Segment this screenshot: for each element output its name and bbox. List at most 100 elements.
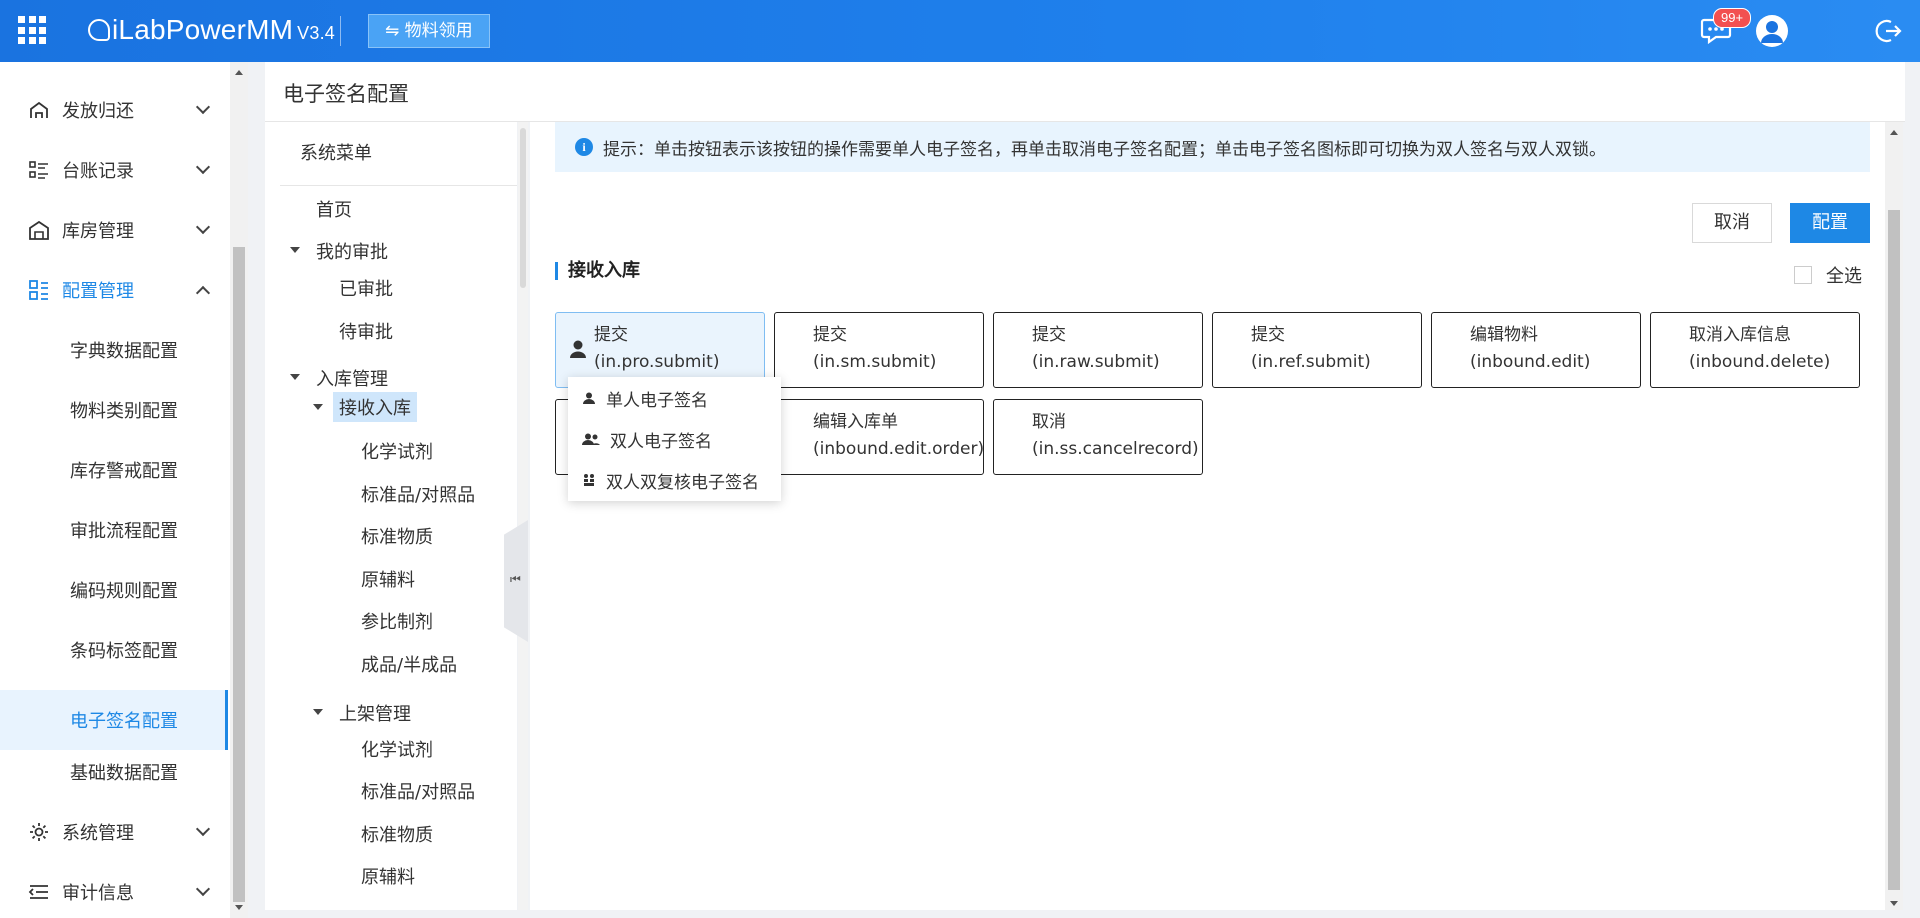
main-scrollbar[interactable] — [1885, 122, 1903, 910]
menu-item-label: 双人电子签名 — [610, 431, 712, 452]
message-count-badge: 99+ — [1713, 8, 1752, 28]
sidebar-subitem[interactable]: 编码规则配置 — [0, 560, 228, 620]
sidebar-subitem[interactable]: 基础数据配置 — [0, 742, 228, 802]
signature-type-dropdown: 单人电子签名 双人电子签名 双人双复核电子签名 — [568, 377, 781, 501]
tree-node-auxiliary[interactable]: 原辅料 — [361, 863, 415, 889]
material-requisition-button[interactable]: ⇋ 物料领用 — [368, 14, 490, 48]
apps-grid-icon[interactable] — [18, 16, 46, 44]
permission-card[interactable]: 提交 (in.sm.submit) — [774, 312, 984, 388]
tree-node-reference-prep[interactable]: 参比制剂 — [361, 608, 433, 634]
select-all-checkbox[interactable]: 全选 — [1794, 262, 1862, 288]
sidebar-subitem[interactable]: 库存警戒配置 — [0, 440, 228, 500]
tree-node-standard[interactable]: 标准品/对照品 — [361, 778, 475, 804]
tree-node-receive-inbound[interactable]: 接收入库 — [333, 392, 417, 422]
tree-node-standard-material[interactable]: 标准物质 — [361, 821, 433, 847]
tree-expand-icon[interactable] — [313, 404, 323, 410]
chevron-down-icon — [195, 219, 211, 235]
scroll-up-arrow-icon[interactable] — [235, 70, 243, 75]
tree-node-home[interactable]: 首页 — [316, 196, 352, 222]
sidebar-item-system-management[interactable]: 系统管理 — [0, 802, 228, 862]
permission-card[interactable]: 编辑入库单 (inbound.edit.order) — [774, 399, 984, 475]
app-logo: iLabPowerMM V3.4 — [88, 14, 335, 46]
top-navbar: iLabPowerMM V3.4 ⇋ 物料领用 99+ — [0, 0, 1920, 62]
menu-item-dual-signature[interactable]: 双人电子签名 — [568, 419, 781, 459]
sidebar-scrollbar[interactable] — [230, 62, 248, 918]
info-icon: i — [575, 138, 593, 156]
permission-card[interactable]: 编辑物料 (inbound.edit) — [1431, 312, 1641, 388]
single-user-icon — [583, 392, 595, 404]
single-user-icon[interactable] — [568, 338, 588, 360]
tree-node-approved[interactable]: 已审批 — [339, 275, 393, 301]
sidebar-item-config-management[interactable]: 配置管理 — [0, 260, 228, 320]
dual-user-icon — [582, 433, 600, 445]
divider — [340, 16, 341, 46]
card-name: 提交 — [594, 325, 628, 345]
sidebar-subitem[interactable]: 审批流程配置 — [0, 500, 228, 560]
tree-expand-icon[interactable] — [313, 709, 323, 715]
tree-node-standard-material[interactable]: 标准物质 — [361, 523, 433, 549]
sidebar-subitem[interactable]: 物料类别配置 — [0, 380, 228, 440]
card-name: 提交 — [813, 325, 847, 345]
material-button-label: 物料领用 — [404, 21, 473, 41]
menu-item-single-signature[interactable]: 单人电子签名 — [568, 378, 781, 418]
menu-tree: 系统菜单 首页 我的审批 已审批 待审批 入库管理 接收入库 化学试剂 标准品/… — [265, 122, 517, 910]
tree-scrollbar[interactable] — [518, 122, 528, 910]
scrollbar-thumb[interactable] — [233, 247, 245, 902]
card-code: (inbound.edit.order) — [813, 439, 985, 459]
gear-icon — [30, 823, 48, 841]
tree-node-product[interactable]: 成品/半成品 — [361, 651, 457, 677]
card-name: 编辑入库单 — [813, 412, 898, 432]
checkbox-icon[interactable] — [1794, 266, 1812, 284]
page-title: 电子签名配置 — [283, 82, 409, 106]
tree-node-shelf-management[interactable]: 上架管理 — [339, 700, 411, 726]
app-version: V3.4 — [297, 23, 335, 43]
config-icon — [29, 280, 48, 300]
sidebar-item-ledger[interactable]: 台账记录 — [0, 140, 228, 200]
permission-card[interactable]: 取消 (in.ss.cancelrecord) — [993, 399, 1203, 475]
cloud-logo-icon — [88, 19, 110, 41]
sidebar-subitem[interactable]: 字典数据配置 — [0, 320, 228, 380]
scrollbar-thumb[interactable] — [520, 128, 526, 288]
page-header: 电子签名配置 — [265, 62, 1905, 122]
tree-node-chemical[interactable]: 化学试剂 — [361, 736, 433, 762]
tree-node-chemical[interactable]: 化学试剂 — [361, 438, 433, 464]
audit-icon — [28, 885, 48, 899]
tree-node-my-approval[interactable]: 我的审批 — [316, 238, 388, 264]
tree-node-auxiliary[interactable]: 原辅料 — [361, 566, 415, 592]
card-name: 取消入库信息 — [1689, 325, 1791, 345]
card-code: (in.sm.submit) — [813, 352, 937, 372]
sidebar-item-label: 发放归还 — [62, 101, 134, 122]
tree-node-inbound-management[interactable]: 入库管理 — [316, 365, 388, 391]
card-name: 提交 — [1251, 325, 1285, 345]
tree-node-standard[interactable]: 标准品/对照品 — [361, 481, 475, 507]
chevron-up-icon — [195, 285, 211, 301]
permission-card[interactable]: 提交 (in.raw.submit) — [993, 312, 1203, 388]
logout-icon[interactable] — [1874, 17, 1902, 45]
scroll-up-arrow-icon[interactable] — [1890, 130, 1898, 135]
list-icon — [29, 161, 48, 179]
sidebar-item-label: 配置管理 — [62, 281, 134, 302]
sidebar-item-warehouse[interactable]: 库房管理 — [0, 200, 228, 260]
permission-card[interactable]: 提交 (in.ref.submit) — [1212, 312, 1422, 388]
warehouse-icon — [29, 220, 49, 240]
menu-item-dual-review-signature[interactable]: 双人双复核电子签名 — [568, 460, 781, 500]
sidebar-item-label: 系统管理 — [62, 823, 134, 844]
tree-node-pending[interactable]: 待审批 — [339, 318, 393, 344]
card-name: 取消 — [1032, 412, 1066, 432]
tree-expand-icon[interactable] — [290, 247, 300, 253]
permission-card[interactable]: 取消入库信息 (inbound.delete) — [1650, 312, 1860, 388]
tree-expand-icon[interactable] — [290, 374, 300, 380]
scroll-down-arrow-icon[interactable] — [1890, 901, 1898, 906]
scroll-down-arrow-icon[interactable] — [235, 905, 243, 910]
sidebar-item-label: 审计信息 — [62, 883, 134, 904]
sidebar-subitem[interactable]: 条码标签配置 — [0, 620, 228, 680]
config-button[interactable]: 配置 — [1790, 203, 1870, 243]
user-avatar-icon[interactable] — [1756, 15, 1788, 47]
sidebar-item-dispatch-return[interactable]: 发放归还 — [0, 80, 228, 140]
sidebar-subitem-esignature-active[interactable]: 电子签名配置 — [0, 690, 228, 750]
collapse-panel-button[interactable]: ⏮ — [504, 520, 528, 642]
cancel-button[interactable]: 取消 — [1692, 203, 1772, 243]
sidebar-item-audit[interactable]: 审计信息 — [0, 862, 228, 918]
scrollbar-thumb[interactable] — [1888, 210, 1900, 890]
select-all-label: 全选 — [1826, 266, 1862, 287]
